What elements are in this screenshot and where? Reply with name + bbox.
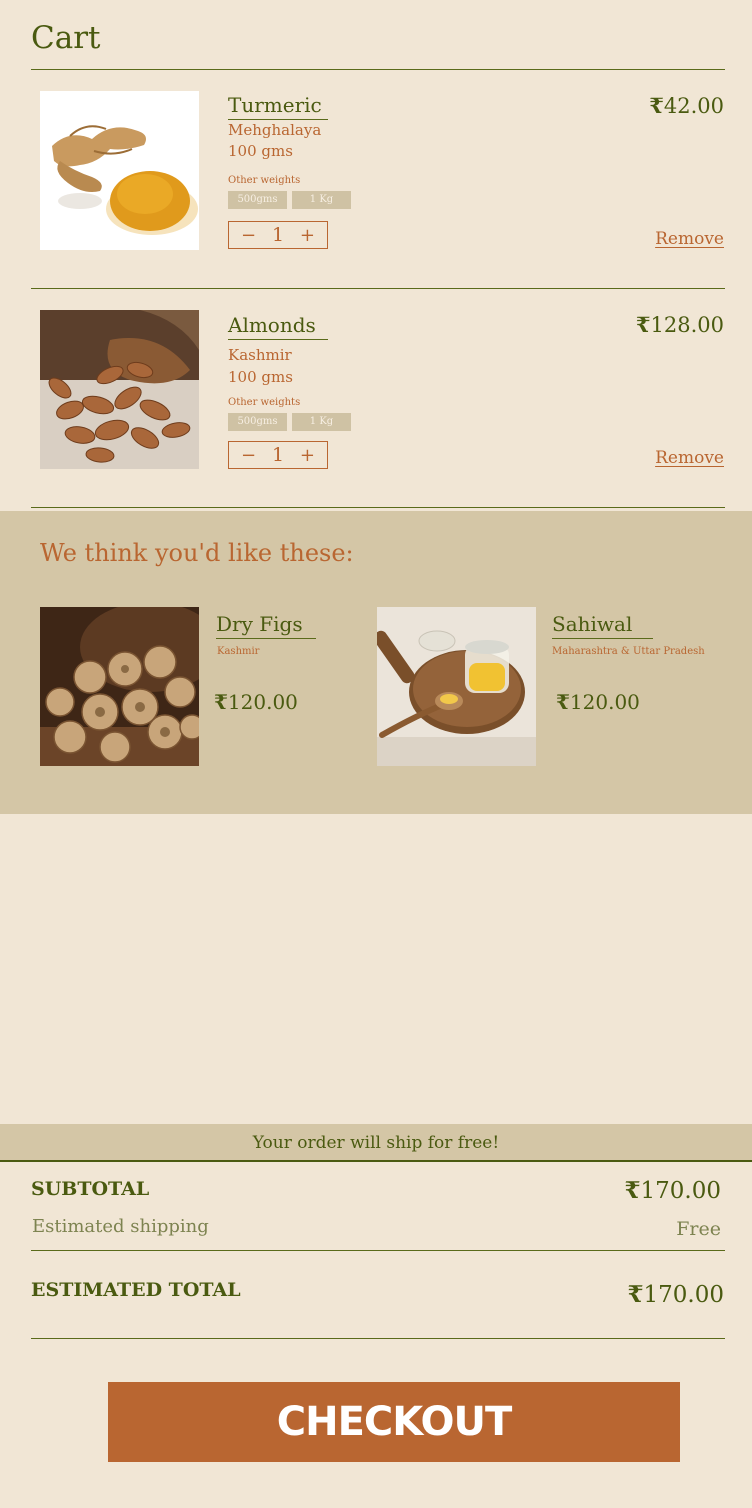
- turmeric-image[interactable]: [40, 91, 199, 250]
- ghee-image[interactable]: [377, 607, 536, 766]
- rupee-icon: ₹: [556, 690, 570, 714]
- rupee-icon: ₹: [624, 1177, 641, 1204]
- quantity-value: 1: [271, 444, 285, 466]
- recommendations-title: We think you'd like these:: [40, 539, 354, 567]
- almonds-image[interactable]: [40, 310, 199, 469]
- recommendation-name[interactable]: Dry Figs: [216, 612, 316, 639]
- other-weights-label: Other weights: [228, 397, 301, 408]
- free-shipping-banner: Your order will ship for free!: [0, 1124, 752, 1162]
- quantity-stepper: − 1 +: [228, 441, 328, 469]
- product-price: ₹42.00: [649, 93, 724, 118]
- recommendation-price: ₹120.00: [214, 690, 298, 714]
- summary-divider: [31, 1250, 725, 1251]
- rupee-icon: ₹: [649, 93, 664, 118]
- checkout-button[interactable]: CHECKOUT: [108, 1382, 680, 1462]
- rupee-icon: ₹: [627, 1281, 644, 1308]
- weight-option-1kg[interactable]: 1 Kg: [292, 413, 351, 431]
- product-origin: Kashmir: [228, 346, 292, 364]
- product-name[interactable]: Almonds: [228, 313, 328, 340]
- decrement-button[interactable]: −: [241, 225, 256, 246]
- page-title: Cart: [31, 20, 101, 56]
- product-weight: 100 gms: [228, 368, 293, 386]
- product-price: ₹128.00: [635, 312, 724, 337]
- total-value: ₹170.00: [627, 1281, 725, 1308]
- weight-option-500gms[interactable]: 500gms: [228, 191, 287, 209]
- decrement-button[interactable]: −: [241, 445, 256, 466]
- weight-option-500gms[interactable]: 500gms: [228, 413, 287, 431]
- remove-button[interactable]: Remove: [655, 448, 724, 468]
- recommendation-origin: Kashmir: [217, 646, 260, 657]
- remove-button[interactable]: Remove: [655, 229, 724, 249]
- shipping-value: Free: [676, 1218, 721, 1240]
- other-weights-label: Other weights: [228, 175, 301, 186]
- weight-option-1kg[interactable]: 1 Kg: [292, 191, 351, 209]
- quantity-value: 1: [271, 224, 285, 246]
- recommendation-name[interactable]: Sahiwal: [552, 612, 653, 639]
- quantity-stepper: − 1 +: [228, 221, 328, 249]
- rupee-icon: ₹: [214, 690, 228, 714]
- item-divider: [31, 288, 725, 289]
- recommendations-section: We think you'd like these: Dry Figs Kash…: [0, 511, 752, 814]
- increment-button[interactable]: +: [300, 225, 315, 246]
- rupee-icon: ₹: [635, 312, 651, 337]
- recommendation-origin: Maharashtra & Uttar Pradesh: [552, 646, 705, 657]
- item-divider: [31, 507, 725, 508]
- total-label: ESTIMATED TOTAL: [31, 1279, 241, 1301]
- product-origin: Mehghalaya: [228, 121, 322, 139]
- product-weight: 100 gms: [228, 142, 293, 160]
- dry-figs-image[interactable]: [40, 607, 199, 766]
- product-name[interactable]: Turmeric: [228, 93, 328, 120]
- subtotal-label: SUBTOTAL: [31, 1178, 150, 1200]
- header-divider: [31, 69, 725, 70]
- shipping-label: Estimated shipping: [32, 1216, 209, 1237]
- recommendation-price: ₹120.00: [556, 690, 640, 714]
- increment-button[interactable]: +: [300, 445, 315, 466]
- total-divider: [31, 1338, 725, 1339]
- subtotal-value: ₹170.00: [624, 1177, 722, 1204]
